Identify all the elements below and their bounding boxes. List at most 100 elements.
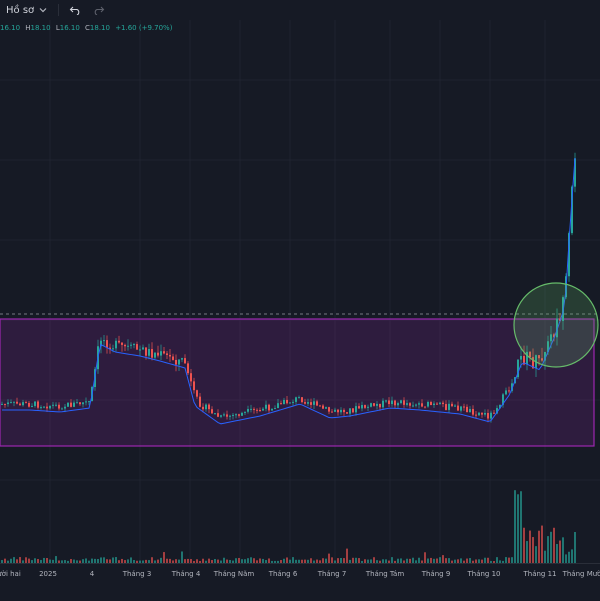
candle-body xyxy=(31,405,33,407)
candle-body xyxy=(184,358,186,364)
candle-body xyxy=(304,402,306,404)
candle-body xyxy=(400,400,402,404)
candle-body xyxy=(355,406,357,413)
profile-button[interactable]: Hồ sơ xyxy=(0,5,54,16)
candle-body xyxy=(4,403,6,405)
candle-body xyxy=(196,390,198,397)
time-axis-label: Tháng 9 xyxy=(421,570,451,578)
candle-body xyxy=(403,400,405,405)
candle-body xyxy=(85,401,87,403)
candle-body xyxy=(61,408,63,410)
undo-button[interactable] xyxy=(63,5,87,15)
candle-body xyxy=(163,351,165,354)
candle-body xyxy=(415,404,417,406)
candle-body xyxy=(34,401,36,406)
candle-body xyxy=(505,390,507,395)
volume-bar xyxy=(181,551,183,563)
candle-body xyxy=(394,400,396,406)
candle-body xyxy=(436,403,438,405)
candle-body xyxy=(133,344,135,346)
candle-body xyxy=(379,403,381,408)
highlight-circle xyxy=(513,282,599,368)
candle-body xyxy=(139,349,141,351)
candle-body xyxy=(175,359,177,365)
volume-bar xyxy=(541,525,543,563)
candle-body xyxy=(76,402,78,404)
redo-icon xyxy=(94,6,105,15)
candle-body xyxy=(460,406,462,411)
time-axis-label: Tháng 4 xyxy=(171,570,201,578)
high-value: 18.10 xyxy=(30,24,51,32)
candle-body xyxy=(283,399,285,405)
candle-body xyxy=(358,406,360,409)
volume-bar xyxy=(526,541,528,563)
candle-body xyxy=(79,402,81,405)
candle-body xyxy=(205,404,207,410)
volume-bar xyxy=(520,491,522,563)
candle-body xyxy=(208,404,210,410)
candle-body xyxy=(343,409,345,413)
redo-button[interactable] xyxy=(87,5,111,15)
candle-body xyxy=(271,408,273,411)
volume-bar xyxy=(538,530,540,563)
open-value: 16.10 xyxy=(0,24,21,32)
candle-body xyxy=(442,402,444,405)
time-axis-label: 2025 xyxy=(39,570,57,578)
candle-body xyxy=(289,402,291,404)
candle-body xyxy=(292,401,294,403)
candle-body xyxy=(181,358,183,360)
candle-body xyxy=(232,414,234,416)
candle-body xyxy=(370,403,372,407)
candle-body xyxy=(313,401,315,405)
time-axis-label: Tháng 10 xyxy=(467,570,501,578)
candle-body xyxy=(229,415,231,417)
candle-body xyxy=(259,409,261,411)
candle-body xyxy=(508,390,510,392)
volume-bar xyxy=(571,549,573,563)
candle-body xyxy=(166,353,168,355)
time-axis-label: 4 xyxy=(89,570,95,578)
time-axis-label: Tháng Năm xyxy=(213,570,255,578)
candle-body xyxy=(310,402,312,405)
volume-bar xyxy=(574,532,576,563)
candle-body xyxy=(277,403,279,409)
candle-body xyxy=(169,354,171,357)
volume-bar xyxy=(556,544,558,563)
candle-body xyxy=(7,402,9,405)
candle-body xyxy=(328,407,330,412)
candle-body xyxy=(67,402,69,407)
time-axis-label: Tháng 3 xyxy=(122,570,152,578)
candle-body xyxy=(145,347,147,356)
candle-body xyxy=(361,405,363,409)
candle-body xyxy=(406,403,408,405)
candle-body xyxy=(142,347,144,350)
volume-bar xyxy=(523,527,525,563)
candle-body xyxy=(472,408,474,415)
candle-body xyxy=(421,403,423,407)
candle-body xyxy=(256,409,258,411)
candle-body xyxy=(466,406,468,413)
candle-body xyxy=(154,352,156,358)
candle-body xyxy=(16,401,18,404)
time-axis[interactable]: ười hai 2025 4 Tháng 3 Tháng 4 Tháng Năm… xyxy=(0,563,600,601)
candle-body xyxy=(451,403,453,407)
candle-body xyxy=(199,396,201,407)
candle-body xyxy=(244,411,246,413)
price-chart[interactable] xyxy=(0,0,600,563)
volume-bar xyxy=(565,554,567,563)
candle-body xyxy=(520,355,522,360)
candle-body xyxy=(10,402,12,404)
candle-body xyxy=(469,408,471,413)
candle-body xyxy=(64,406,66,409)
candle-body xyxy=(445,404,447,410)
candle-body xyxy=(241,412,243,416)
volume-bar xyxy=(550,531,552,563)
candle-body xyxy=(226,414,228,417)
candle-body xyxy=(49,405,51,409)
candle-body xyxy=(433,403,435,406)
volume-bar xyxy=(328,553,330,563)
candle-body xyxy=(217,413,219,417)
candle-body xyxy=(55,404,57,406)
candle-body xyxy=(382,400,384,408)
candle-body xyxy=(475,414,477,416)
